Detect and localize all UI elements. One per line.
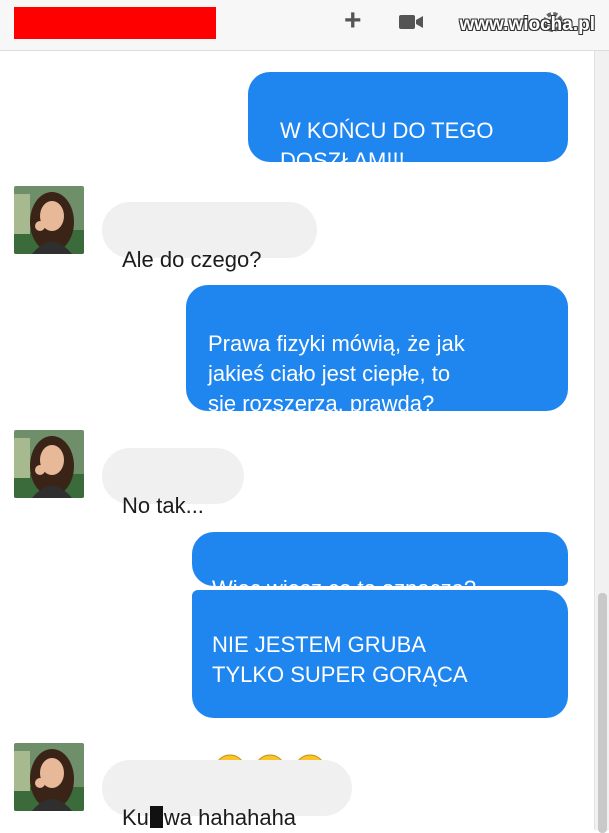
message-text: W KOŃCU DO TEGO DOSZŁAM!!! [280,118,494,173]
censor-block [149,806,163,828]
message-text: Prawa fizyki mówią, że jak jakieś ciało … [208,331,465,416]
avatar-photo [14,186,84,254]
message-outgoing: NIE JESTEM GRUBA TYLKO SUPER GORĄCA [192,590,568,786]
message-incoming: Ale do czego? [102,202,317,272]
message-incoming: Ku wa hahahaha [102,760,352,830]
chat-header: + www.wiocha.pl [0,0,609,51]
message-text: NIE JESTEM GRUBA TYLKO SUPER GORĄCA [212,632,468,687]
watermark: www.wiocha.pl [459,14,595,35]
message-text: Ale do czego? [122,247,262,272]
avatar[interactable] [14,186,84,254]
video-camera-icon[interactable] [398,12,424,37]
avatar[interactable] [14,430,84,498]
avatar[interactable] [14,743,84,811]
message-incoming: No tak... [102,448,244,518]
message-outgoing: W KOŃCU DO TEGO DOSZŁAM!!! [248,72,568,173]
message-outgoing: Prawa fizyki mówią, że jak jakieś ciało … [186,285,568,416]
message-text-start: Ku [122,805,149,830]
redacted-contact-name [14,7,216,39]
scrollbar[interactable] [594,51,609,833]
scrollbar-thumb[interactable] [598,593,607,833]
avatar-photo [14,743,84,811]
avatar-photo [14,430,84,498]
message-text-end: wa hahahaha [163,805,297,830]
plus-icon[interactable]: + [344,6,362,36]
message-text: No tak... [122,493,204,518]
message-outgoing: Więc wiesz co to oznacza? [192,532,568,601]
